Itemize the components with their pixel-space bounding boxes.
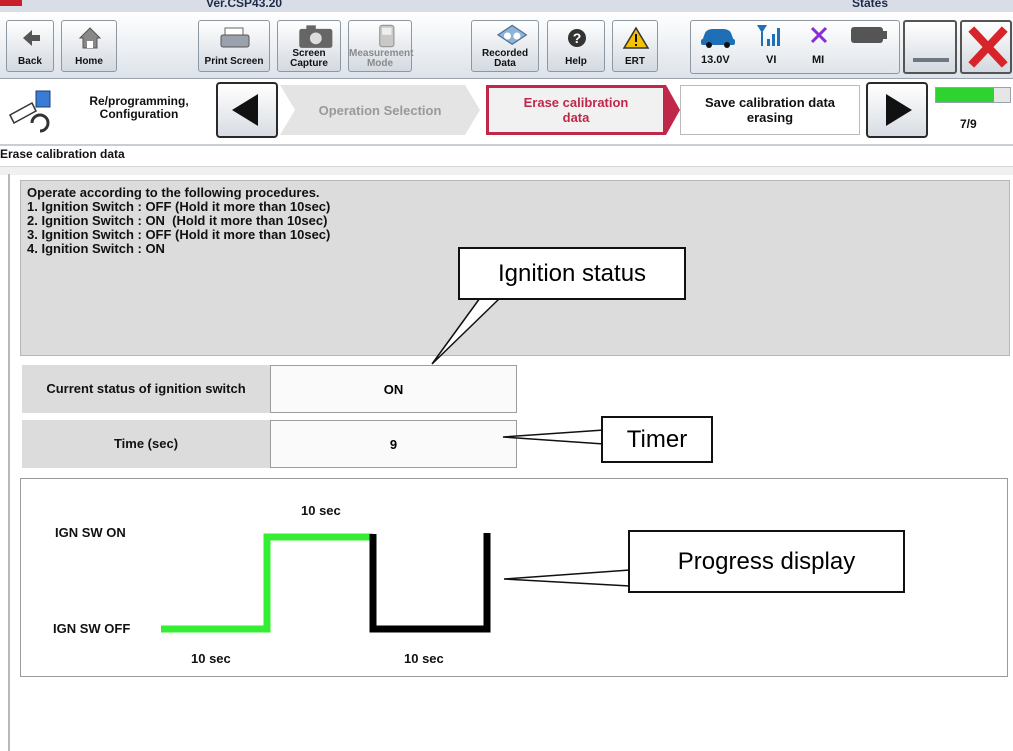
step-operation-selection: Operation Selection [280,85,480,135]
screen-capture-label-2: Capture [290,58,328,69]
back-label: Back [18,56,42,67]
ert-button[interactable]: ERT [612,20,658,72]
prev-step-button[interactable] [216,82,278,138]
minimize-icon [913,58,949,62]
recorded-label-2: Data [494,58,516,69]
instruction-step-1: 1. Ignition Switch : OFF (Hold it more t… [27,199,331,214]
close-icon [968,26,1008,68]
version-label: Ver.CSP43.20 [206,0,283,10]
current-step-arrow [666,85,680,135]
section-title: Erase calibration data [0,147,125,161]
step-erase-calibration-data-current: Erase calibration data [486,85,666,135]
voltage-value: 13.0V [701,54,730,66]
home-icon [78,27,102,49]
callout-progress-display: Progress display [628,530,905,593]
title-bar: Ver.CSP43.20 States [0,0,1013,12]
screen-capture-button[interactable]: Screen Capture [277,20,341,72]
ignition-status-value: ON [270,365,517,413]
vehicle-status-panel: 13.0V VI MI [690,20,900,74]
next-step-button[interactable] [866,82,928,138]
back-button[interactable]: Back [6,20,54,72]
chevron-right-icon [886,94,912,126]
timer-value: 9 [270,420,517,468]
app-logo [0,0,22,6]
instructions-intro: Operate according to the following proce… [27,185,320,200]
back-arrow-icon [23,30,40,46]
mi-label: MI [812,54,825,66]
recorded-data-button[interactable]: Recorded Data [471,20,539,72]
toolbar: Back Home Print Screen Screen Capture Mea… [0,12,1013,79]
page-indicator: 7/9 [960,117,977,131]
close-button[interactable] [960,20,1012,74]
completed-phase-line [161,533,373,633]
vi-label: VI [766,54,777,66]
reprogramming-icon [9,90,51,133]
camera-icon [299,25,333,48]
callout-timer: Timer [601,416,713,463]
measurement-mode-button[interactable]: Measurement Mode [348,20,413,72]
print-screen-label: Print Screen [204,56,264,67]
recorded-data-icon [496,24,528,45]
callout-ignition-status: Ignition status [458,247,686,300]
ert-label: ERT [625,56,645,67]
printer-icon [220,27,250,48]
instruction-step-3: 3. Ignition Switch : OFF (Hold it more t… [27,227,331,242]
content-left-border [8,174,10,751]
signal-strength-icon [757,25,780,46]
warning-icon [622,26,650,49]
chevron-left-icon [232,94,258,126]
step-progress-bar [935,87,1011,103]
measurement-icon [379,24,395,48]
svg-text:?: ? [573,30,582,46]
disconnected-x-icon [810,26,828,44]
car-icon [701,29,735,48]
timer-label: Time (sec) [22,420,270,468]
minimize-button[interactable] [903,20,957,74]
help-button[interactable]: ? Help [547,20,605,72]
section-divider [0,166,1013,175]
ignition-status-label: Current status of ignition switch [22,365,270,413]
step-save-calibration-data-erasing: Save calibration data erasing [680,85,860,135]
battery-icon [851,27,887,43]
home-label: Home [75,56,103,67]
measurement-label-2: Mode [366,58,394,69]
home-button[interactable]: Home [61,20,117,72]
step-progress-fill [936,88,994,102]
help-icon: ? [568,29,586,47]
category-label: Re/programming, Configuration [89,94,189,121]
print-screen-button[interactable]: Print Screen [198,20,270,72]
instruction-step-2: 2. Ignition Switch : ON (Hold it more th… [27,213,328,228]
help-label: Help [565,56,587,67]
workflow-nav-bar: Re/programming, Configuration Operation … [0,79,1013,146]
states-label: States [852,0,889,10]
pending-phase-line [369,533,491,633]
